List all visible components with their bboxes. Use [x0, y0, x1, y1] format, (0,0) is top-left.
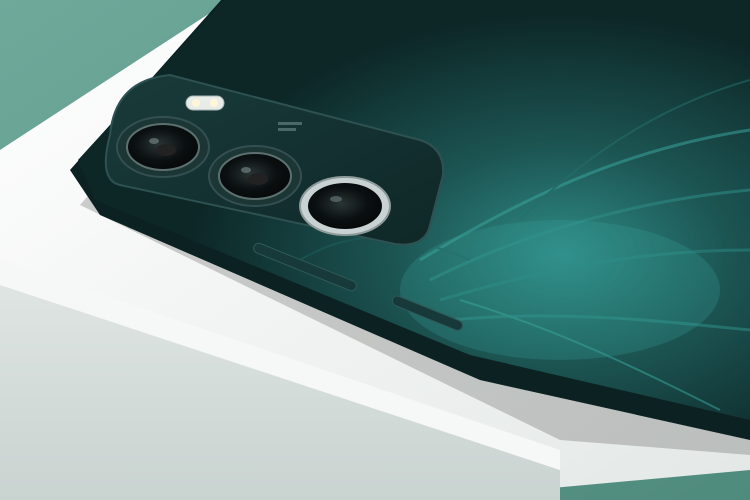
photo-illustration [0, 0, 750, 500]
camera-lens-icon [299, 176, 391, 236]
product-photo [0, 0, 750, 500]
flash-icon [185, 95, 225, 111]
feather-glow [400, 220, 720, 360]
camera-lens-icon [208, 145, 302, 207]
module-marking [278, 122, 302, 125]
module-marking [278, 128, 296, 131]
camera-lens-icon [116, 116, 210, 178]
